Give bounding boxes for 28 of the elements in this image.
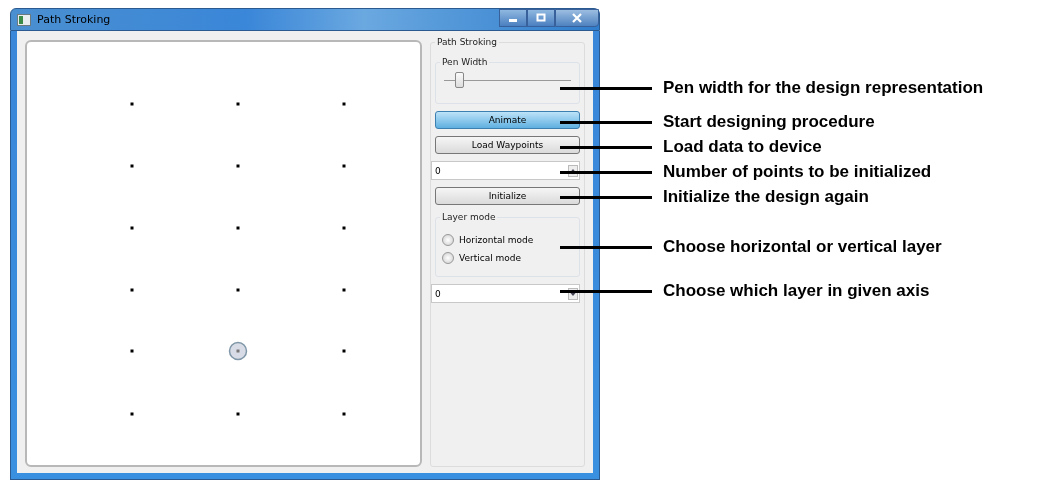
maximize-icon (536, 13, 546, 23)
annotation-text: Start designing procedure (663, 112, 875, 132)
annotation-text: Pen width for the design representation (663, 78, 984, 98)
group-title: Pen Width (440, 57, 490, 67)
number-field[interactable]: 0 (431, 161, 580, 180)
annotation-text: Choose horizontal or vertical layer (663, 237, 942, 257)
maximize-button[interactable] (527, 9, 555, 27)
control-point-handle[interactable] (228, 341, 248, 361)
group-title: Path Stroking (435, 37, 499, 47)
push-button[interactable]: Animate (435, 111, 580, 129)
annotation-text: Load data to device (663, 137, 822, 157)
number-field[interactable]: 0 (431, 284, 580, 303)
push-button[interactable]: Initialize (435, 187, 580, 205)
annotation-text: Choose which layer in given axis (663, 281, 930, 301)
slider-thumb[interactable] (455, 72, 465, 88)
minimize-button[interactable] (499, 9, 527, 27)
radio-label: Horizontal mode (459, 235, 534, 245)
radio-label: Vertical mode (459, 253, 522, 263)
push-button[interactable]: Load Waypoints (435, 136, 580, 154)
group-title: Layer mode (440, 212, 498, 222)
annotation-text: Number of points to be initialized (663, 162, 932, 182)
app-icon (17, 13, 31, 26)
radio-button[interactable] (442, 234, 454, 246)
annotation-text: Initialize the design again (663, 187, 869, 207)
window-title: Path Stroking (37, 13, 111, 26)
close-button[interactable] (555, 9, 599, 27)
close-icon (571, 13, 583, 23)
radio-button[interactable] (442, 252, 454, 264)
